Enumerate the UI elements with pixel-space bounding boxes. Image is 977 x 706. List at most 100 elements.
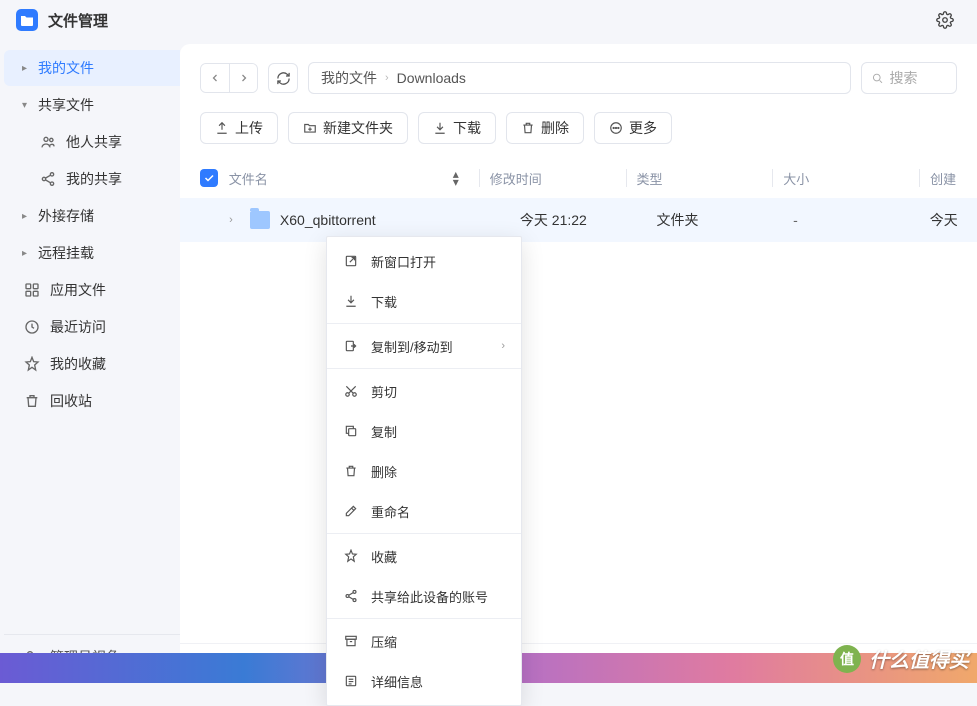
main-panel: 我的文件 › Downloads 上传 新建文件夹 下载 删除 更多 文件名▴▾: [180, 44, 977, 683]
sidebar-item-label: 他人共享: [66, 132, 170, 152]
menu-details[interactable]: 详细信息: [327, 661, 521, 701]
settings-button[interactable]: [929, 4, 961, 36]
search-input[interactable]: [889, 70, 946, 86]
copy-icon: [343, 424, 359, 438]
info-icon: [343, 674, 359, 688]
chevron-right-icon: ▸: [22, 63, 34, 74]
check-icon: [203, 172, 215, 184]
newfolder-button[interactable]: 新建文件夹: [288, 112, 408, 144]
sidebar-item-remote[interactable]: ▸ 远程挂载: [4, 235, 180, 271]
users-icon: [38, 134, 58, 150]
context-menu: 新窗口打开 下载 复制到/移动到› 剪切 复制 删除 重命名 收藏 共享给此设备…: [326, 236, 522, 706]
app-header: 文件管理: [0, 0, 977, 40]
toolbar-nav: 我的文件 › Downloads: [180, 44, 977, 106]
sidebar-item-label: 我的收藏: [50, 354, 170, 374]
row-type: 文件夹: [657, 210, 794, 230]
menu-separator: [327, 323, 521, 324]
sidebar-item-external[interactable]: ▸ 外接存储: [4, 198, 180, 234]
menu-favorite[interactable]: 收藏: [327, 536, 521, 576]
gear-icon: [936, 11, 954, 29]
sidebar-item-label: 共享文件: [38, 95, 170, 115]
upload-button[interactable]: 上传: [200, 112, 278, 144]
sidebar-item-myfiles[interactable]: ▸ 我的文件: [4, 50, 180, 86]
sidebar-item-label: 我的文件: [38, 58, 170, 78]
delete-button[interactable]: 删除: [506, 112, 584, 144]
trash-icon: [22, 393, 42, 409]
row-created: 今天: [930, 210, 957, 230]
column-header-created[interactable]: 创建: [930, 169, 957, 188]
chevron-right-icon: ▸: [22, 248, 34, 259]
chevron-right-icon: ›: [385, 72, 389, 84]
trash-icon: [343, 464, 359, 478]
select-all-checkbox[interactable]: [200, 169, 229, 187]
sidebar-item-shared[interactable]: ▾ 共享文件: [4, 87, 180, 123]
watermark-text: 什么值得买: [869, 644, 969, 673]
edit-icon: [343, 504, 359, 518]
download-icon: [433, 121, 447, 135]
chevron-right-icon: [238, 72, 250, 84]
menu-separator: [327, 618, 521, 619]
sidebar-item-recent[interactable]: 最近访问: [4, 309, 180, 345]
breadcrumb-current[interactable]: Downloads: [397, 70, 466, 86]
sidebar: ▸ 我的文件 ▾ 共享文件 他人共享 我的共享 ▸ 外接存储: [0, 40, 180, 683]
star-icon: [343, 549, 359, 563]
external-icon: [343, 254, 359, 268]
search-box[interactable]: [861, 62, 957, 94]
column-header-name[interactable]: 文件名▴▾: [229, 169, 469, 188]
column-header-modified[interactable]: 修改时间: [490, 169, 616, 188]
archive-icon: [343, 634, 359, 648]
sidebar-item-label: 最近访问: [50, 317, 170, 337]
sort-icon[interactable]: ▴▾: [453, 170, 459, 186]
chevron-right-icon: ▸: [22, 211, 34, 222]
sidebar-item-favorites[interactable]: 我的收藏: [4, 346, 180, 382]
expand-icon[interactable]: ›: [229, 214, 242, 226]
watermark-badge: 值: [833, 645, 861, 673]
share-icon: [38, 171, 58, 187]
refresh-button[interactable]: [268, 63, 298, 93]
sidebar-item-trash[interactable]: 回收站: [4, 383, 180, 419]
chevron-down-icon: ▾: [22, 100, 34, 111]
menu-cut[interactable]: 剪切: [327, 371, 521, 411]
back-button[interactable]: [201, 64, 229, 92]
sidebar-item-label: 我的共享: [66, 169, 170, 189]
menu-open-new-window[interactable]: 新窗口打开: [327, 241, 521, 281]
folder-icon: [250, 211, 270, 229]
nav-list: ▸ 我的文件 ▾ 共享文件 他人共享 我的共享 ▸ 外接存储: [4, 50, 180, 634]
sidebar-item-shared-mine[interactable]: 我的共享: [4, 161, 180, 197]
column-header-size[interactable]: 大小: [783, 169, 909, 188]
nav-arrows: [200, 63, 258, 93]
app-title: 文件管理: [48, 10, 108, 31]
menu-separator: [327, 368, 521, 369]
menu-download[interactable]: 下载: [327, 281, 521, 321]
menu-compress[interactable]: 压缩: [327, 621, 521, 661]
chevron-right-icon: ›: [501, 340, 505, 352]
breadcrumb[interactable]: 我的文件 › Downloads: [308, 62, 851, 94]
menu-share-account[interactable]: 共享给此设备的账号: [327, 576, 521, 616]
sidebar-item-label: 回收站: [50, 391, 170, 411]
column-header-type[interactable]: 类型: [636, 169, 762, 188]
more-icon: [609, 121, 623, 135]
clock-icon: [22, 319, 42, 335]
more-button[interactable]: 更多: [594, 112, 672, 144]
menu-delete[interactable]: 删除: [327, 451, 521, 491]
forward-button[interactable]: [229, 64, 257, 92]
menu-copy-move[interactable]: 复制到/移动到›: [327, 326, 521, 366]
menu-copy[interactable]: 复制: [327, 411, 521, 451]
cut-icon: [343, 384, 359, 398]
menu-rename[interactable]: 重命名: [327, 491, 521, 531]
breadcrumb-root[interactable]: 我的文件: [321, 68, 377, 88]
download-button[interactable]: 下载: [418, 112, 496, 144]
download-icon: [343, 294, 359, 308]
chevron-left-icon: [209, 72, 221, 84]
row-size: -: [793, 212, 930, 228]
toolbar-actions: 上传 新建文件夹 下载 删除 更多: [180, 106, 977, 158]
search-icon: [872, 71, 883, 86]
watermark: 值 什么值得买: [833, 644, 969, 673]
share-icon: [343, 589, 359, 603]
row-modified: 今天 21:22: [520, 210, 657, 230]
sidebar-item-shared-others[interactable]: 他人共享: [4, 124, 180, 160]
menu-separator: [327, 533, 521, 534]
table-row[interactable]: › X60_qbittorrent 今天 21:22 文件夹 - 今天: [180, 198, 977, 242]
sidebar-item-label: 外接存储: [38, 206, 170, 226]
sidebar-item-apps[interactable]: 应用文件: [4, 272, 180, 308]
